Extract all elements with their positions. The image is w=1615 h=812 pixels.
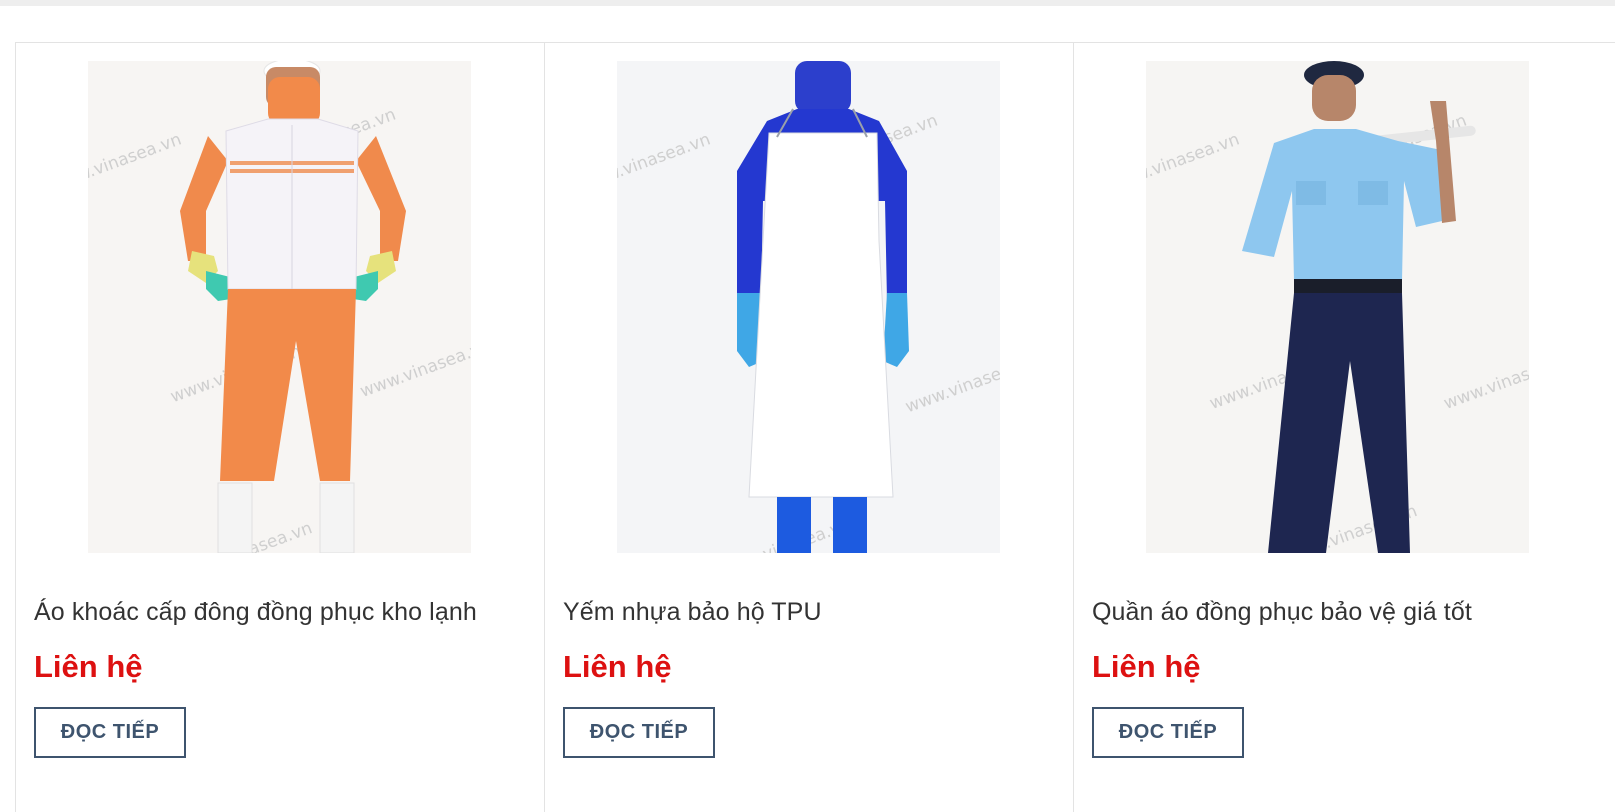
product-price: Liên hệ	[34, 649, 143, 684]
read-more-button[interactable]: ĐỌC TIẾP	[1092, 707, 1244, 758]
product-price: Liên hệ	[563, 649, 672, 684]
product-title[interactable]: Yếm nhựa bảo hộ TPU	[563, 598, 822, 627]
product-card: www.vinasea.vn www.vinasea.vn www.vinase…	[16, 43, 545, 812]
product-title[interactable]: Quần áo đồng phục bảo vệ giá tốt	[1092, 598, 1472, 627]
tpu-apron-image: www.vinasea.vn www.vinasea.vn www.vinase…	[617, 61, 1000, 553]
product-image[interactable]: www.vinasea.vn www.vinasea.vn www.vinase…	[88, 61, 471, 553]
cold-storage-uniform-image: www.vinasea.vn www.vinasea.vn www.vinase…	[88, 61, 471, 553]
read-more-button[interactable]: ĐỌC TIẾP	[563, 707, 715, 758]
product-title[interactable]: Áo khoác cấp đông đồng phục kho lạnh	[34, 598, 477, 627]
product-card: www.vinasea.vn www.vinasea.vn www.vinase…	[1074, 43, 1615, 812]
product-grid: www.vinasea.vn www.vinasea.vn www.vinase…	[0, 6, 1615, 812]
product-price: Liên hệ	[1092, 649, 1201, 684]
security-uniform-image: www.vinasea.vn www.vinasea.vn www.vinase…	[1146, 61, 1529, 553]
read-more-button[interactable]: ĐỌC TIẾP	[34, 707, 186, 758]
product-image[interactable]: www.vinasea.vn www.vinasea.vn www.vinase…	[617, 61, 1000, 553]
product-image[interactable]: www.vinasea.vn www.vinasea.vn www.vinase…	[1146, 61, 1529, 553]
product-card: www.vinasea.vn www.vinasea.vn www.vinase…	[545, 43, 1074, 812]
